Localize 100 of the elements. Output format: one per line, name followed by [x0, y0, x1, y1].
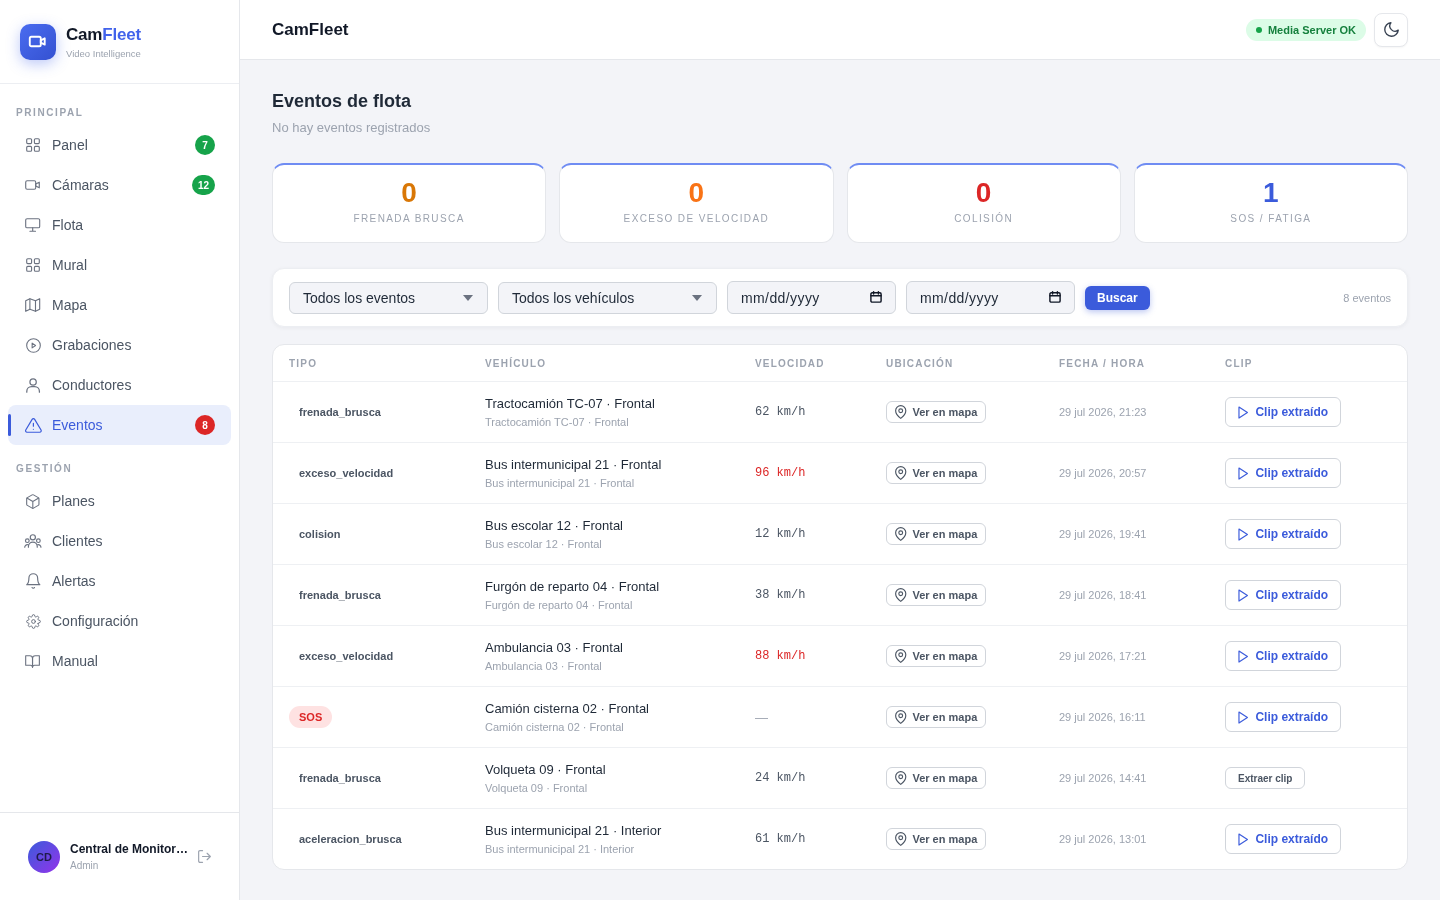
- sidebar-item[interactable]: Flota: [8, 205, 231, 245]
- sidebar-item[interactable]: Manual: [8, 641, 231, 681]
- moon-icon: [1383, 22, 1399, 37]
- search-button[interactable]: Buscar: [1085, 285, 1150, 310]
- event-type-label: colision: [298, 528, 342, 540]
- map-pin-icon: [895, 588, 907, 602]
- sidebar-item[interactable]: Clientes: [8, 521, 231, 561]
- speed-value: —: [755, 709, 768, 725]
- event-datetime: 29 jul 2026, 16:11: [1059, 711, 1146, 723]
- play-icon: [1238, 588, 1249, 602]
- camera-label: Bus intermunicipal 21 · Frontal: [485, 475, 635, 490]
- sidebar-item[interactable]: Alertas: [8, 561, 231, 601]
- map-button[interactable]: Ver en mapa: [886, 462, 987, 484]
- settings-icon: [25, 613, 41, 629]
- stat-value: 1: [1263, 177, 1279, 209]
- date-field[interactable]: mm/dd/yyyy: [906, 281, 1075, 314]
- speed-value: 38 km/h: [755, 588, 806, 602]
- sidebar-item[interactable]: Mapa: [8, 285, 231, 325]
- header-title: CamFleet: [272, 19, 349, 40]
- event-datetime: 29 jul 2026, 18:41: [1059, 589, 1147, 601]
- sidebar-item[interactable]: Grabaciones: [8, 325, 231, 365]
- sidebar-item[interactable]: Mural: [8, 245, 231, 285]
- count-badge: 7: [195, 135, 215, 155]
- vehicle-name: Volqueta 09 · Frontal: [485, 761, 606, 778]
- play-icon: [1238, 405, 1249, 419]
- count-badge: 8: [195, 415, 215, 435]
- stat-value: 0: [688, 177, 705, 209]
- speed-value: 24 km/h: [755, 771, 806, 785]
- map-button[interactable]: Ver en mapa: [886, 523, 987, 545]
- sidebar-item[interactable]: Configuración: [8, 601, 231, 641]
- event-type-label: aceleracion_brusca: [298, 833, 403, 845]
- event-type-label: frenada_brusca: [298, 406, 382, 418]
- date-field[interactable]: mm/dd/yyyy: [727, 281, 896, 314]
- event-type-select[interactable]: Todos los eventos: [289, 281, 488, 314]
- user-avatar: CD: [28, 840, 60, 873]
- event-type-label: exceso_velocidad: [298, 467, 395, 479]
- map-button[interactable]: Ver en mapa: [886, 401, 987, 423]
- caret-icon: [692, 294, 702, 301]
- clip-button[interactable]: Extraer clip: [1225, 767, 1306, 789]
- clip-button[interactable]: Clip extraído: [1225, 458, 1342, 488]
- calendar-icon: [1049, 291, 1061, 303]
- page-title: Eventos de flota: [272, 90, 413, 112]
- map-button[interactable]: Ver en mapa: [886, 706, 987, 728]
- stat-value: 0: [975, 177, 992, 209]
- event-datetime: 29 jul 2026, 19:41: [1059, 528, 1147, 540]
- sidebar-item[interactable]: Planes: [8, 481, 231, 521]
- people-icon: [24, 534, 42, 548]
- user-name: Central de Monitor…: [70, 841, 188, 857]
- sidebar-item[interactable]: Cámaras 12: [8, 165, 231, 205]
- clip-button[interactable]: Clip extraído: [1225, 824, 1342, 854]
- clip-button[interactable]: Clip extraído: [1225, 641, 1342, 671]
- map-button[interactable]: Ver en mapa: [886, 767, 987, 789]
- event-count: 8 eventos: [1343, 291, 1391, 304]
- logo-icon: [20, 23, 56, 60]
- vehicle-name: Bus escolar 12 · Frontal: [485, 517, 623, 534]
- camera-label: Ambulancia 03 · Frontal: [485, 658, 602, 673]
- stat-label: COLISIÓN: [954, 213, 1014, 225]
- vehicle-name: Bus intermunicipal 21 · Frontal: [485, 456, 662, 473]
- user-icon: [25, 377, 41, 393]
- warning-icon: [24, 417, 42, 433]
- camera-label: Camión cisterna 02 · Frontal: [485, 719, 624, 734]
- map-pin-icon: [895, 771, 907, 785]
- sidebar-item[interactable]: Conductores: [8, 365, 231, 405]
- vehicle-name: Camión cisterna 02 · Frontal: [485, 700, 649, 717]
- stat-value: 0: [401, 177, 417, 209]
- event-type-label: frenada_brusca: [298, 772, 382, 784]
- section-heading: PRINCIPAL: [15, 107, 85, 119]
- clip-button[interactable]: Clip extraído: [1225, 519, 1342, 549]
- event-datetime: 29 jul 2026, 21:23: [1059, 406, 1147, 418]
- map-pin-icon: [895, 527, 907, 541]
- clip-button[interactable]: Clip extraído: [1225, 397, 1342, 427]
- user-role: Admin: [70, 859, 100, 872]
- calendar-icon: [870, 291, 882, 303]
- video-camera-icon: [25, 180, 41, 190]
- event-type-label: exceso_velocidad: [298, 650, 395, 662]
- speed-value: 61 km/h: [755, 832, 806, 846]
- vehicle-name: Tractocamión TC-07 · Frontal: [485, 395, 655, 412]
- brand-name: CamFleet: [66, 24, 141, 45]
- map-button[interactable]: Ver en mapa: [886, 584, 987, 606]
- event-type-tag: SOS: [289, 706, 333, 728]
- play-icon: [1238, 527, 1249, 541]
- grid-icon: [26, 138, 40, 152]
- clip-button[interactable]: Clip extraído: [1225, 702, 1342, 732]
- play-icon: [1238, 466, 1249, 480]
- vehicle-name: Bus intermunicipal 21 · Interior: [485, 822, 662, 839]
- speed-value: 12 km/h: [755, 527, 806, 541]
- sidebar-item[interactable]: Panel 7: [8, 125, 231, 165]
- map-pin-icon: [895, 466, 907, 480]
- vehicle-select[interactable]: Todos los vehículos: [498, 281, 717, 314]
- play-icon: [1238, 832, 1249, 846]
- map-button[interactable]: Ver en mapa: [886, 645, 987, 667]
- brand-tagline: Video Intelligence: [66, 47, 141, 59]
- sidebar-item[interactable]: Eventos 8: [8, 405, 231, 445]
- vehicle-name: Ambulancia 03 · Frontal: [485, 639, 623, 656]
- map-button[interactable]: Ver en mapa: [886, 828, 987, 850]
- camera-label: Tractocamión TC-07 · Frontal: [485, 414, 629, 429]
- event-datetime: 29 jul 2026, 17:21: [1059, 650, 1147, 662]
- theme-toggle-button[interactable]: [1374, 12, 1408, 47]
- clip-button[interactable]: Clip extraído: [1225, 580, 1342, 610]
- column-header: CLIP: [1225, 357, 1253, 369]
